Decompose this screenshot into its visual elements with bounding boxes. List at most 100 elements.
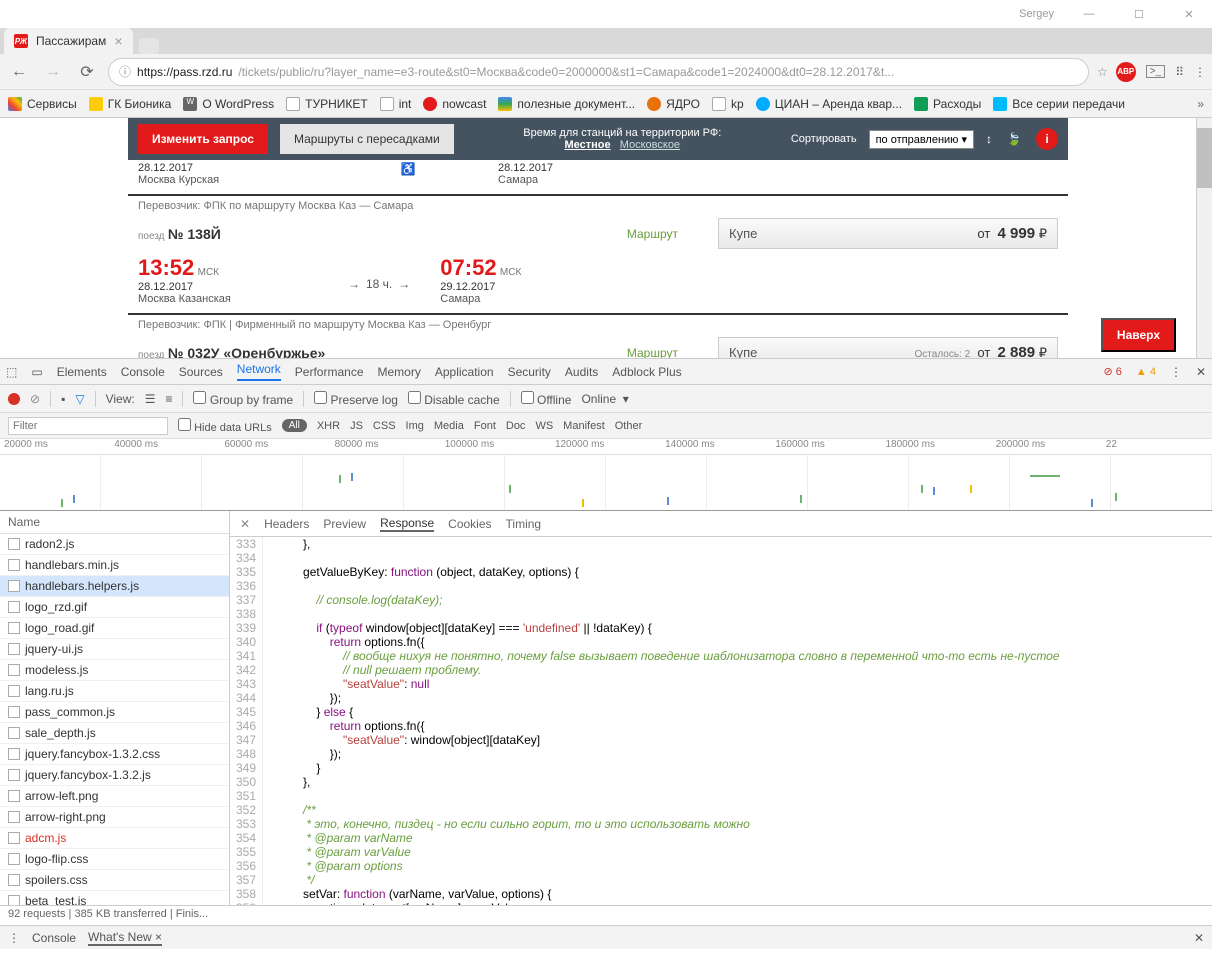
bookmark-item[interactable]: полезные документ... [498,97,635,111]
back-button[interactable]: ← [6,59,32,85]
bookmark-item[interactable]: ГК Бионика [89,97,172,111]
scroll-top-button[interactable]: Наверх [1101,318,1176,352]
throttle-select[interactable]: Online ▾ [581,392,628,406]
devtools-close-icon[interactable]: ✕ [1196,365,1206,379]
camera-icon[interactable]: ▪ [61,392,65,406]
bookmark-item[interactable]: Расходы [914,97,981,111]
detail-tab-timing[interactable]: Timing [506,517,542,531]
page-scrollbar[interactable] [1196,118,1212,358]
close-button[interactable]: ✕ [1174,4,1204,24]
sort-dir-icon[interactable]: ↕ [986,132,992,146]
route-link[interactable]: Маршрут [627,346,678,359]
filter-icon[interactable]: ▽ [75,392,84,406]
request-item[interactable]: modeless.js [0,660,229,681]
filter-css[interactable]: CSS [373,420,396,432]
view-small-icon[interactable]: ≡ [165,392,172,406]
request-item[interactable]: logo_road.gif [0,618,229,639]
tab-sources[interactable]: Sources [179,365,223,379]
new-tab-button[interactable] [139,38,159,54]
warn-count[interactable]: ▲ 4 [1136,366,1156,378]
filter-all[interactable]: All [282,419,307,432]
response-code[interactable]: 3333343353363373383393403413423433443453… [230,537,1212,905]
request-item[interactable]: handlebars.helpers.js [0,576,229,597]
record-button[interactable] [8,393,20,405]
offline-checkbox[interactable]: Offline [521,391,572,407]
error-count[interactable]: ⊘ 6 [1103,365,1121,378]
request-item[interactable]: jquery.fancybox-1.3.2.js [0,765,229,786]
filter-input[interactable] [8,417,168,435]
bookmark-item[interactable]: Все серии передачи [993,97,1125,111]
bookmark-item[interactable]: kp [712,97,744,111]
bookmark-item[interactable]: WО WordPress [183,97,274,111]
tab-security[interactable]: Security [508,365,551,379]
detail-tab-response[interactable]: Response [380,516,434,532]
filter-ws[interactable]: WS [535,420,553,432]
request-item[interactable]: logo_rzd.gif [0,597,229,618]
request-item[interactable]: beta_test.js [0,891,229,905]
request-item[interactable]: arrow-left.png [0,786,229,807]
filter-manifest[interactable]: Manifest [563,420,605,432]
bookmark-item[interactable]: ЯДРО [647,97,700,111]
bookmark-item[interactable]: nowcast [423,97,486,111]
tab-network[interactable]: Network [237,362,281,381]
hide-urls-checkbox[interactable]: Hide data URLs [178,418,272,434]
maximize-button[interactable]: ☐ [1124,4,1154,24]
fare-quote[interactable]: Купе Осталось: 2 от 2 889 ₽ [718,337,1058,358]
drawer-whatsnew[interactable]: What's New × [88,930,162,946]
request-item[interactable]: lang.ru.js [0,681,229,702]
request-item[interactable]: arrow-right.png [0,807,229,828]
request-item[interactable]: adcm.js [0,828,229,849]
transfers-button[interactable]: Маршруты с пересадками [280,124,454,154]
browser-tab[interactable]: РЖ Пассажирам × [4,28,133,54]
disable-cache-checkbox[interactable]: Disable cache [408,391,500,407]
filter-other[interactable]: Other [615,420,643,432]
tab-adblock[interactable]: Adblock Plus [612,365,681,379]
tab-elements[interactable]: Elements [57,365,107,379]
request-list[interactable]: Name radon2.jshandlebars.min.jshandlebar… [0,511,230,905]
detail-close-icon[interactable]: ✕ [240,517,250,531]
menu-icon[interactable]: ⋮ [1194,65,1206,79]
forward-button[interactable]: → [40,59,66,85]
time-local-link[interactable]: Местное [565,139,611,151]
filter-xhr[interactable]: XHR [317,420,340,432]
drawer-menu-icon[interactable]: ⋮ [8,931,20,945]
abp-icon[interactable]: ABP [1116,62,1136,82]
site-info-icon[interactable]: ⓘ [119,63,131,80]
star-icon[interactable]: ☆ [1097,65,1108,79]
drawer-close-icon[interactable]: ✕ [1194,931,1204,945]
device-icon[interactable]: ▭ [31,365,42,379]
change-request-button[interactable]: Изменить запрос [138,124,268,154]
eco-icon[interactable]: 🍃 [1004,129,1024,149]
filter-img[interactable]: Img [406,420,424,432]
inspect-icon[interactable]: ⬚ [6,365,17,379]
tab-console[interactable]: Console [121,365,165,379]
time-moscow-link[interactable]: Московское [620,139,680,151]
waterfall[interactable] [0,455,1212,511]
info-icon[interactable]: i [1036,128,1058,150]
view-large-icon[interactable]: ☰ [145,392,156,406]
request-item[interactable]: sale_depth.js [0,723,229,744]
bookmark-item[interactable]: ТУРНИКЕТ [286,97,368,111]
bookmark-item[interactable]: ЦИАН – Аренда квар... [756,97,902,111]
sort-select[interactable]: по отправлению ▾ [869,130,974,149]
tab-close-icon[interactable]: × [114,33,122,49]
request-item[interactable]: handlebars.min.js [0,555,229,576]
request-item[interactable]: spoilers.css [0,870,229,891]
drawer-console[interactable]: Console [32,931,76,945]
filter-doc[interactable]: Doc [506,420,526,432]
tab-performance[interactable]: Performance [295,365,364,379]
detail-tab-cookies[interactable]: Cookies [448,517,491,531]
devtools-menu-icon[interactable]: ⋮ [1170,365,1182,379]
tab-audits[interactable]: Audits [565,365,598,379]
devtools-toggle-icon[interactable]: >_ [1146,65,1165,78]
group-checkbox[interactable]: Group by frame [193,391,293,407]
request-item[interactable]: pass_common.js [0,702,229,723]
tab-application[interactable]: Application [435,365,494,379]
filter-js[interactable]: JS [350,420,363,432]
bookmark-item[interactable]: int [380,97,412,111]
request-item[interactable]: jquery.fancybox-1.3.2.css [0,744,229,765]
reload-button[interactable]: ⟳ [74,59,100,85]
tab-memory[interactable]: Memory [378,365,421,379]
detail-tab-headers[interactable]: Headers [264,517,309,531]
clear-button[interactable]: ⊘ [30,392,40,406]
